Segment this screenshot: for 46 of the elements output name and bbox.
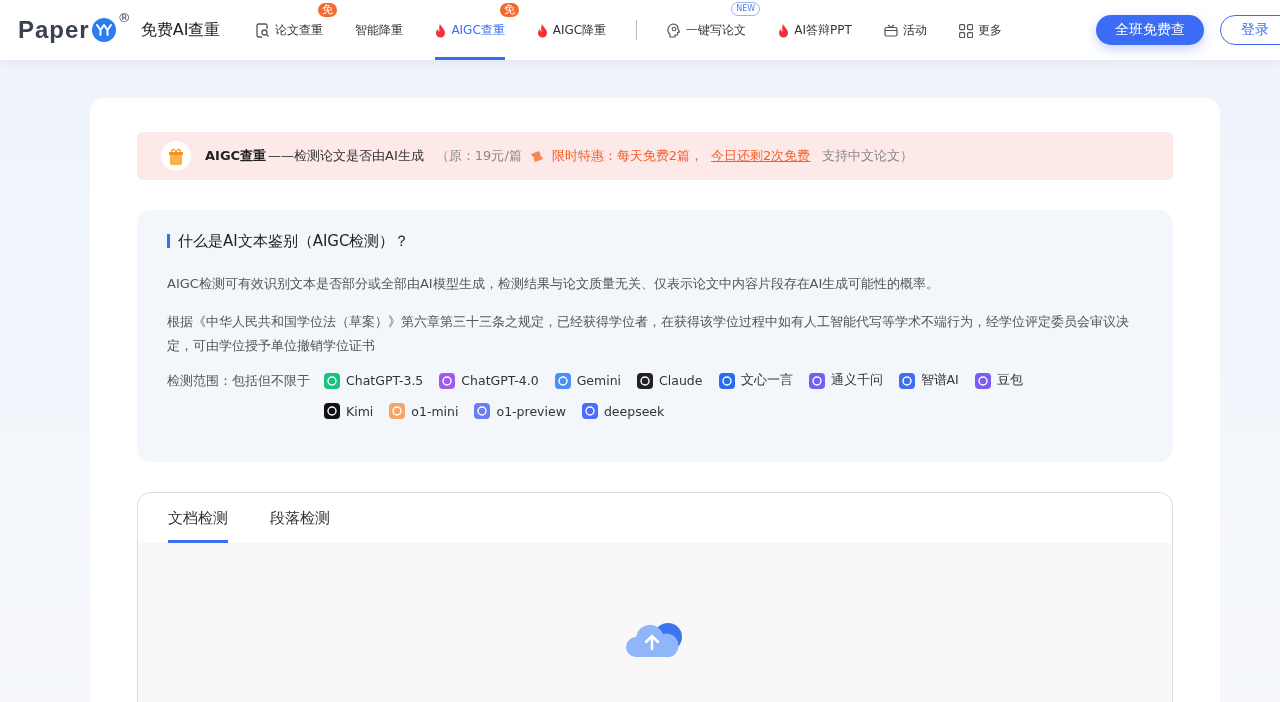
nav-tab[interactable]: 智能降重: [355, 16, 404, 60]
nav-tab[interactable]: AIGC查重: [435, 16, 505, 60]
model-name: deepseek: [603, 403, 665, 419]
model-name: ChatGPT-4.0: [461, 373, 539, 388]
free-check-button[interactable]: 全班免费查: [1096, 15, 1204, 45]
info-heading: 什么是AI文本鉴别（AIGC检测）？: [167, 234, 1143, 248]
model-name: Claude: [659, 373, 703, 388]
banner-title: AIGC查重: [205, 147, 267, 165]
gift-icon: [161, 141, 191, 171]
nav-tab[interactable]: AIGC降重: [536, 16, 607, 60]
model-name: Kimi: [346, 403, 374, 419]
nav-badge: NEW: [731, 2, 761, 16]
scope-label: 检测范围：包括但不限于: [167, 372, 310, 390]
ticket-icon: [529, 150, 544, 162]
flame-icon: [536, 23, 548, 38]
logo-icon: [91, 18, 116, 42]
nav-tab[interactable]: 更多: [958, 16, 1002, 60]
info-paragraph: 根据《中华人民共和国学位法（草案）》第六章第三十三条之规定，已经获得学位者，在获得该学位过程中如有人工智能代写等学术不端行为，经学位评定委员会审议决定，可由学位授予单位撤销学位证书: [167, 313, 1130, 355]
original-price: （原：19元/篇: [435, 147, 522, 165]
model-name: o1-preview: [496, 403, 566, 419]
brand-tagline: 免费AI查重: [140, 19, 221, 41]
flame-icon: [435, 23, 447, 38]
model-name: Gemini: [576, 373, 622, 388]
login-button[interactable]: 登录: [1220, 15, 1280, 45]
brand-logo[interactable]: Paper: [18, 16, 90, 44]
model-name: o1-mini: [411, 403, 459, 419]
model-name: 智谱AI: [920, 372, 959, 389]
model-name: 豆包: [996, 372, 1023, 389]
flame-icon: [778, 23, 790, 38]
support-note: 支持中文论文）: [822, 147, 914, 165]
banner-subtitle: ——检测论文是否由AI生成: [268, 147, 424, 165]
detection-tab[interactable]: 段落检测: [270, 493, 330, 543]
nav-tab[interactable]: AI答辩PPT: [778, 16, 852, 60]
nav-badge: 免: [318, 3, 338, 17]
model-name: ChatGPT-3.5: [346, 373, 424, 388]
nav-badge: 免: [499, 3, 519, 17]
promo-text: 限时特惠：每天免费2篇，: [551, 147, 704, 165]
info-paragraph: AIGC检测可有效识别文本是否部分或全部由AI模型生成，检测结果与论文质量无关、仅表示论文中内容片段存在AI生成可能性的概率。: [167, 275, 941, 293]
nav-tab[interactable]: 活动: [883, 16, 927, 60]
model-name: 文心一言: [740, 372, 793, 389]
nav-tab[interactable]: 一键写论文: [667, 16, 747, 60]
grid-icon: [958, 23, 973, 38]
registered-mark: ®: [117, 10, 131, 25]
nav-tab[interactable]: 论文查重: [256, 16, 324, 60]
model-name: 通义千问: [830, 372, 883, 389]
search-icon: [256, 23, 271, 38]
